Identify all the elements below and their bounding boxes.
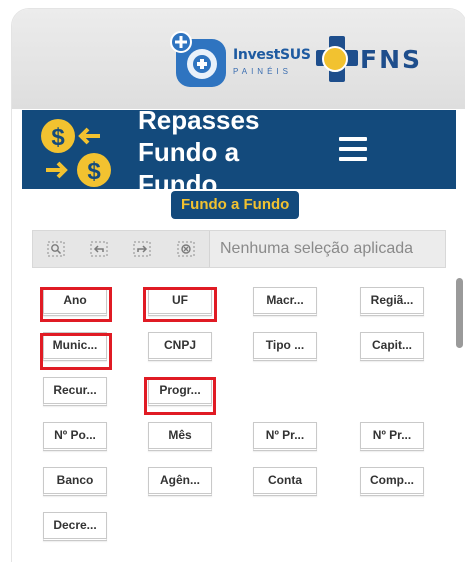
filter-panel: Ano UF Macr... Regiã... Munic... CNPJ Ti…	[12, 279, 456, 562]
filter-banco-button[interactable]: Banco	[43, 467, 107, 496]
selection-bar: Nenhuma seleção aplicada	[32, 230, 446, 268]
filter-agencia-button[interactable]: Agên...	[148, 467, 212, 496]
filter-cnpj-button[interactable]: CNPJ	[148, 332, 212, 361]
filter-competencia-button[interactable]: Comp...	[360, 467, 424, 496]
step-forward-icon[interactable]	[133, 241, 151, 257]
filter-municipio-button[interactable]: Munic...	[43, 332, 107, 361]
filter-ano-button[interactable]: Ano	[43, 287, 107, 316]
hamburger-menu-icon[interactable]	[339, 137, 367, 161]
app-frame: InvestSUS PAINÉIS FNS $ $ Repasses Fundo…	[11, 8, 465, 562]
clear-selections-icon[interactable]	[177, 241, 195, 257]
filter-numero-processo-button[interactable]: Nº Pr...	[360, 422, 424, 451]
fns-logo: FNS	[314, 34, 434, 84]
svg-text:$: $	[87, 158, 101, 185]
fns-emblem-icon	[316, 36, 358, 82]
investsus-wordmark: InvestSUS	[233, 47, 311, 63]
filter-capital-button[interactable]: Capit...	[360, 332, 424, 361]
filter-regiao-button[interactable]: Regiã...	[360, 287, 424, 316]
filter-macro-button[interactable]: Macr...	[253, 287, 317, 316]
svg-text:$: $	[51, 124, 65, 151]
fns-wordmark: FNS	[360, 45, 423, 74]
selection-tools	[33, 231, 210, 267]
filter-numero-portaria-button[interactable]: Nº Po...	[43, 422, 107, 451]
filter-tipo-button[interactable]: Tipo ...	[253, 332, 317, 361]
page-title: Repasses Fundo a Fundo	[138, 110, 260, 189]
filter-recurso-button[interactable]: Recur...	[43, 377, 107, 406]
title-banner: $ $ Repasses Fundo a Fundo	[22, 110, 456, 189]
investsus-logo: InvestSUS PAINÉIS	[170, 31, 311, 91]
filter-uf-button[interactable]: UF	[148, 287, 212, 316]
filter-numero-proposta-button[interactable]: Nº Pr...	[253, 422, 317, 451]
filter-mes-button[interactable]: Mês	[148, 422, 212, 451]
filter-conta-button[interactable]: Conta	[253, 467, 317, 496]
top-bar: InvestSUS PAINÉIS FNS	[12, 9, 465, 109]
scrollbar-thumb[interactable]	[456, 278, 463, 348]
step-back-icon[interactable]	[90, 241, 108, 257]
smart-search-icon[interactable]	[47, 241, 65, 257]
investsus-emblem-icon	[170, 31, 226, 87]
filter-decreto-button[interactable]: Decre...	[43, 512, 107, 541]
filter-programa-button[interactable]: Progr...	[148, 377, 212, 406]
investsus-subtitle: PAINÉIS	[233, 67, 292, 76]
scrollbar[interactable]	[455, 278, 465, 562]
selection-status: Nenhuma seleção aplicada	[220, 240, 414, 257]
money-exchange-icon: $ $	[41, 119, 111, 187]
section-badge: Fundo a Fundo	[171, 191, 300, 219]
